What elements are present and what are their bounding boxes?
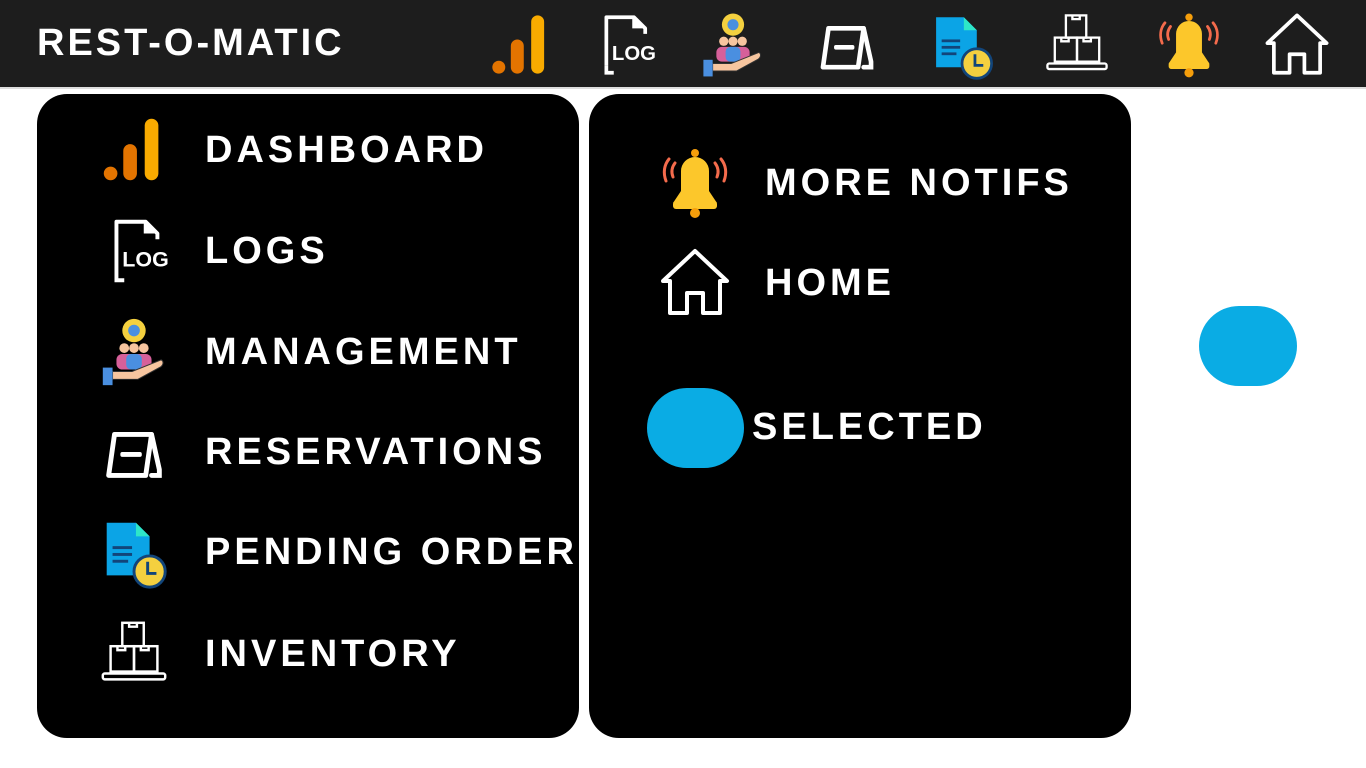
menu-item-label: MANAGEMENT [205,330,522,373]
top-bar: REST-O-MATIC LOG [0,0,1366,89]
legend-home[interactable]: HOME [655,243,895,323]
legend-more-notifs[interactable]: MORE NOTIFS [655,143,1073,223]
pending-orders-icon [95,513,173,591]
legend-panel: MORE NOTIFS HOME SELECTED [589,94,1131,738]
menu-item-inventory[interactable]: INVENTORY [95,615,461,693]
menu-item-label: PENDING ORDERS [205,530,608,573]
dashboard-icon [95,111,173,189]
dashboard-icon[interactable] [484,8,558,82]
pending-orders-icon[interactable] [925,8,999,82]
legend-label: HOME [765,261,895,304]
menu-item-label: INVENTORY [205,632,461,675]
reservations-icon[interactable] [810,8,884,82]
menu-item-management[interactable]: MANAGEMENT [95,313,522,391]
svg-text:LOG: LOG [122,248,168,272]
selected-indicator [647,388,744,468]
notification-bell-icon[interactable] [1152,8,1226,82]
inventory-icon [95,615,173,693]
management-icon[interactable] [696,8,770,82]
menu-item-label: RESERVATIONS [205,430,547,473]
inventory-icon[interactable] [1040,8,1114,82]
home-icon [655,243,735,323]
legend-label: MORE NOTIFS [765,161,1073,204]
svg-text:LOG: LOG [612,43,656,65]
menu-item-label: LOGS [205,229,329,272]
app-title: REST-O-MATIC [37,22,345,64]
management-icon [95,313,173,391]
menu-item-pending-orders[interactable]: PENDING ORDERS [95,513,607,591]
reservations-icon [95,413,173,491]
menu-panel: DASHBOARD LOG LOGS MANAGEMENT RESERVATIO… [37,94,603,738]
log-icon[interactable]: LOG [586,8,660,82]
menu-item-logs[interactable]: LOG LOGS [95,212,329,290]
menu-item-label: DASHBOARD [205,128,488,171]
selected-indicator-button[interactable] [1199,306,1297,386]
log-icon: LOG [95,212,173,290]
home-icon[interactable] [1260,8,1334,82]
menu-item-reservations[interactable]: RESERVATIONS [95,413,547,491]
notification-bell-icon [655,143,735,223]
legend-selected-label: SELECTED [752,406,987,448]
menu-item-dashboard[interactable]: DASHBOARD [95,111,488,189]
